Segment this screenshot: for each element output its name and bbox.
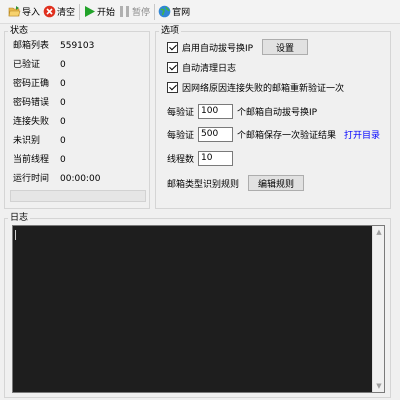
mail-type-label: 邮箱类型识别规则	[167, 179, 240, 190]
status-row-email-list: 邮箱列表 559103	[13, 39, 94, 53]
clear-label: 清空	[57, 8, 76, 18]
text-caret	[15, 230, 16, 240]
log-scrollbar[interactable]: ▲ ▼	[372, 226, 384, 392]
mail-type-row: 邮箱类型识别规则	[167, 175, 239, 191]
status-label: 密码错误	[13, 98, 50, 108]
import-label: 导入	[22, 8, 41, 18]
import-button[interactable]: 导入	[8, 2, 40, 22]
status-value: 0	[60, 155, 66, 165]
status-row-unrecognized: 未识别 0	[13, 134, 66, 148]
log-title: 日志	[8, 212, 31, 224]
scroll-down-icon[interactable]: ▼	[373, 380, 385, 392]
status-label: 未识别	[13, 136, 41, 146]
clear-icon	[43, 5, 56, 18]
toolbar: 导入 清空 开始 暂停 官网	[0, 0, 400, 24]
toolbar-separator	[154, 3, 156, 20]
status-value: 559103	[60, 41, 95, 51]
status-label: 运行时间	[13, 174, 50, 184]
pause-icon	[118, 5, 131, 18]
progress-bar	[10, 190, 146, 202]
status-value: 0	[60, 136, 66, 146]
toolbar-separator	[79, 3, 81, 20]
reverify-label: 因网络原因连接失败的邮箱重新验证一次	[182, 83, 345, 94]
status-group: 状态 邮箱列表 559103 已验证 0 密码正确 0 密码错误 0 连接失败 …	[4, 25, 150, 209]
options-title: 选项	[159, 25, 182, 37]
open-dir-link[interactable]: 打开目录	[344, 128, 380, 141]
auto-clean-label: 自动清理日志	[182, 63, 237, 74]
checkbox-box[interactable]	[167, 61, 178, 73]
scroll-up-icon[interactable]: ▲	[373, 226, 385, 238]
status-value: 0	[60, 79, 66, 89]
status-row-password-wrong: 密码错误 0	[13, 96, 66, 110]
status-value: 0	[60, 117, 66, 127]
website-button[interactable]: 官网	[158, 2, 190, 22]
pause-button[interactable]: 暂停	[118, 2, 150, 22]
start-button[interactable]: 开始	[83, 2, 115, 22]
edit-rules-button[interactable]: 编辑规则	[248, 175, 304, 191]
folder-open-icon	[8, 5, 21, 18]
status-label: 邮箱列表	[13, 41, 50, 51]
options-group: 选项 启用自动拔号换IP 设置 自动清理日志 因网络原因连接失败的邮箱重新验证一…	[155, 25, 391, 209]
website-label: 官网	[172, 8, 191, 18]
threads-input[interactable]: 10	[198, 150, 234, 166]
play-icon	[83, 5, 96, 18]
settings-button[interactable]: 设置	[262, 39, 308, 55]
threads-label: 线程数	[167, 154, 195, 165]
globe-icon	[158, 5, 171, 18]
auto-dial-checkbox[interactable]: 启用自动拔号换IP	[167, 40, 253, 54]
status-row-run-time: 运行时间 00:00:00	[13, 172, 100, 186]
log-textarea[interactable]: ▲ ▼	[12, 225, 385, 393]
dial-every-prefix: 每验证	[167, 107, 195, 118]
save-every-prefix: 每验证	[167, 130, 195, 141]
auto-clean-checkbox[interactable]: 自动清理日志	[167, 60, 236, 74]
start-label: 开始	[97, 8, 116, 18]
status-row-connect-failed: 连接失败 0	[13, 115, 66, 129]
checkbox-box[interactable]	[167, 41, 178, 53]
status-value: 0	[60, 60, 66, 70]
reverify-checkbox[interactable]: 因网络原因连接失败的邮箱重新验证一次	[167, 80, 344, 94]
status-label: 当前线程	[13, 155, 50, 165]
status-value: 00:00:00	[60, 174, 101, 184]
status-title: 状态	[8, 25, 31, 37]
dial-every-row: 每验证 100 个邮箱自动拔号换IP	[167, 103, 317, 119]
save-every-suffix: 个邮箱保存一次验证结果	[237, 130, 337, 141]
status-row-password-correct: 密码正确 0	[13, 77, 66, 91]
dial-every-suffix: 个邮箱自动拔号换IP	[237, 107, 318, 118]
status-row-verified: 已验证 0	[13, 58, 66, 72]
auto-dial-label: 启用自动拔号换IP	[182, 43, 254, 54]
save-every-input[interactable]: 500	[198, 126, 234, 142]
dial-every-input[interactable]: 100	[198, 103, 234, 119]
save-every-row: 每验证 500 个邮箱保存一次验证结果 打开目录	[167, 126, 380, 142]
clear-button[interactable]: 清空	[43, 2, 75, 22]
status-row-current-threads: 当前线程 0	[13, 153, 66, 167]
checkbox-box[interactable]	[167, 81, 178, 93]
threads-row: 线程数 10	[167, 150, 237, 166]
status-value: 0	[60, 98, 66, 108]
status-label: 密码正确	[13, 79, 50, 89]
status-label: 已验证	[13, 60, 41, 70]
status-label: 连接失败	[13, 117, 50, 127]
pause-label: 暂停	[132, 8, 151, 18]
